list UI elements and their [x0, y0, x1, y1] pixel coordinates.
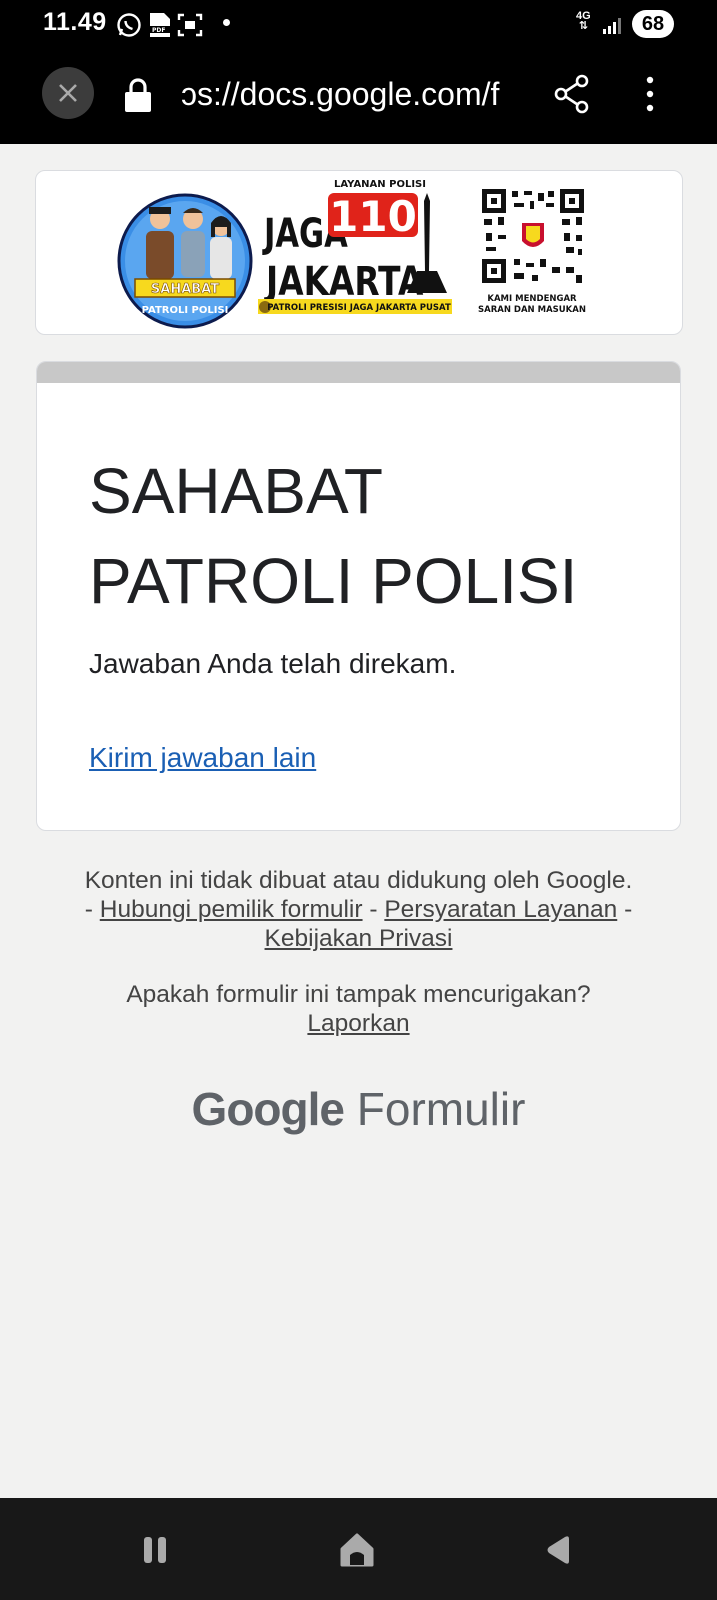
card-header-strip	[37, 362, 680, 383]
terms-link[interactable]: Persyaratan Layanan	[384, 896, 617, 923]
status-bar: 11.49 PDF 4G ⇅ 68	[0, 0, 717, 50]
svg-text:PDF: PDF	[152, 27, 165, 34]
separator: -	[369, 896, 378, 923]
close-icon	[59, 84, 77, 102]
svg-text:110: 110	[329, 192, 417, 241]
close-tab-button[interactable]	[42, 67, 94, 119]
separator: -	[84, 896, 93, 923]
more-vert-icon[interactable]	[644, 75, 656, 120]
svg-text:PATROLI PRESISI JAGA JAKARTA P: PATROLI PRESISI JAGA JAKARTA PUSAT	[267, 303, 451, 313]
notification-dot	[223, 19, 230, 26]
svg-text:PATROLI POLISI: PATROLI POLISI	[142, 305, 229, 316]
report-section: Apakah formulir ini tampak mencurigakan?…	[40, 980, 677, 1038]
google-forms-logo[interactable]: Google Formulir	[0, 1082, 717, 1136]
svg-text:LAYANAN POLISI: LAYANAN POLISI	[334, 179, 426, 190]
google-wordmark: Google	[191, 1083, 345, 1135]
network-type: 4G ⇅	[576, 10, 591, 32]
screenshot-icon	[177, 12, 203, 43]
separator: -	[624, 896, 633, 923]
home-icon[interactable]	[338, 1531, 376, 1574]
svg-text:KAMI MENDENGAR: KAMI MENDENGAR	[487, 294, 577, 304]
status-time: 11.49	[43, 8, 107, 36]
form-title: SAHABAT PATROLI POLISI	[89, 455, 578, 617]
qr-code: KAMI MENDENGAR SARAN DAN MASUKAN	[478, 189, 586, 315]
svg-text:SARAN DAN MASUKAN: SARAN DAN MASUKAN	[478, 305, 586, 315]
footer-disclaimer: Konten ini tidak dibuat atau didukung ol…	[40, 866, 677, 953]
share-icon[interactable]	[554, 74, 590, 119]
form-header-banner: SAHABAT PATROLI POLISI LAYANAN POLISI JA…	[35, 170, 683, 335]
privacy-link[interactable]: Kebijakan Privasi	[265, 925, 453, 952]
jaga-jakarta-logo: LAYANAN POLISI JAGA 110 JAKARTA PATROLI …	[258, 179, 452, 314]
submit-another-response-link[interactable]: Kirim jawaban lain	[89, 742, 316, 774]
svg-text:SAHABAT: SAHABAT	[151, 282, 219, 297]
sahabat-patroli-badge: SAHABAT PATROLI POLISI	[117, 193, 253, 329]
report-link[interactable]: Laporkan	[307, 1010, 409, 1037]
url-field[interactable]: ɔs://docs.google.com/f	[181, 76, 523, 113]
browser-toolbar: ɔs://docs.google.com/f	[0, 50, 717, 144]
signal-icon	[603, 16, 623, 39]
pdf-icon: PDF	[148, 12, 172, 43]
back-icon[interactable]	[545, 1535, 573, 1570]
contact-owner-link[interactable]: Hubungi pemilik formulir	[100, 896, 363, 923]
whatsapp-icon	[116, 12, 142, 43]
confirmation-message: Jawaban Anda telah direkam.	[89, 648, 457, 679]
system-nav-bar	[0, 1498, 717, 1600]
suspicious-question: Apakah formulir ini tampak mencurigakan?	[126, 981, 591, 1008]
recents-icon[interactable]	[142, 1535, 170, 1570]
svg-text:JAKARTA: JAKARTA	[263, 258, 424, 305]
battery-indicator: 68	[632, 10, 674, 38]
disclaimer-text: Konten ini tidak dibuat atau didukung ol…	[84, 867, 633, 894]
lock-icon[interactable]	[123, 77, 153, 118]
forms-wordmark: Formulir	[356, 1083, 526, 1135]
confirmation-card: SAHABAT PATROLI POLISI Jawaban Anda tela…	[36, 361, 681, 831]
